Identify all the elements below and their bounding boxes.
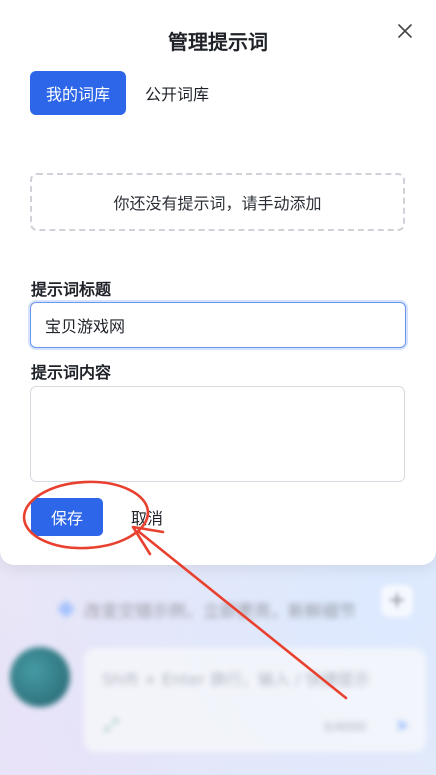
modal-title: 管理提示词	[168, 30, 268, 54]
manage-prompts-modal: 管理提示词 我的词库 公开词库 你还没有提示词，请手动添加 提示词标题 提示词内…	[0, 0, 436, 565]
background-hint-text: 改变交错示例，立即更亮，新鲜细节	[84, 601, 356, 622]
send-icon[interactable]: ➤	[395, 715, 410, 736]
char-count: 0/4000	[323, 720, 366, 734]
empty-prompts-message: 你还没有提示词，请手动添加	[30, 173, 405, 231]
add-plus-button[interactable]: +	[381, 585, 413, 617]
prompt-content-textarea[interactable]	[30, 386, 405, 482]
prompt-content-label: 提示词内容	[31, 363, 112, 382]
prompt-title-label: 提示词标题	[31, 280, 112, 299]
tab-my-library[interactable]: 我的词库	[30, 71, 127, 115]
sparkle-icon	[56, 599, 76, 619]
chat-input-box[interactable]: Shift + Enter 换行，输入 / 快捷提示 ⤢ 0/4000 ➤	[84, 648, 426, 752]
prompt-title-input[interactable]	[30, 302, 406, 348]
library-tabs: 我的词库 公开词库	[30, 71, 225, 115]
chat-input-placeholder: Shift + Enter 换行，输入 / 快捷提示	[102, 670, 370, 689]
save-button[interactable]: 保存	[31, 498, 103, 536]
tab-public-library[interactable]: 公开词库	[129, 71, 225, 115]
cancel-button[interactable]: 取消	[121, 498, 173, 536]
close-icon[interactable]	[394, 20, 416, 42]
expand-icon[interactable]: ⤢	[104, 715, 118, 736]
background-hint: 改变交错示例，立即更亮，新鲜细节	[56, 595, 378, 623]
avatar	[10, 647, 70, 707]
